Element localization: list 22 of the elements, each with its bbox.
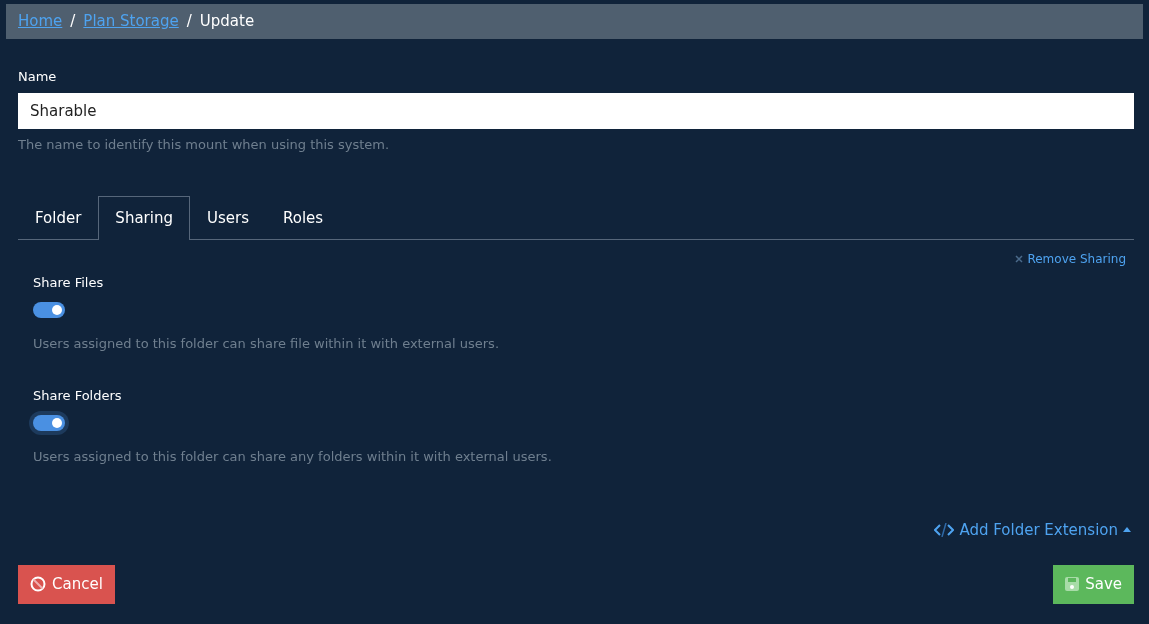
prohibited-icon [30, 576, 46, 593]
close-icon [1015, 254, 1024, 263]
cancel-button[interactable]: Cancel [18, 565, 115, 604]
tab[interactable]: Users [189, 196, 266, 240]
help-text: Users assigned to this folder can share file within it with external users. [33, 335, 501, 353]
save-icon [1065, 577, 1080, 592]
breadcrumb-separator: / [186, 11, 192, 33]
tab[interactable]: Roles [265, 196, 341, 240]
tab[interactable]: Sharing [98, 196, 190, 240]
name-input-field[interactable]: Sharable [18, 92, 1134, 129]
breadcrumb-current: Update [199, 11, 255, 33]
help-text: Users assigned to this folder can share any folders within it with external users. [33, 448, 553, 466]
remove-sharing-link[interactable]: Remove Sharing [1015, 249, 1126, 268]
setting-label: Share Files [33, 273, 105, 292]
field-label: Name [18, 68, 58, 86]
toggle-switch[interactable] [33, 302, 65, 318]
add-extension-link[interactable]: Add Folder Extension [934, 518, 1131, 541]
breadcrumb-separator: / [70, 11, 76, 33]
setting-label: Share Folders [33, 386, 123, 405]
code-icon [934, 522, 955, 537]
tab[interactable]: Folder [18, 196, 99, 240]
help-text: The name to identify this mount when using this system. [18, 135, 391, 154]
